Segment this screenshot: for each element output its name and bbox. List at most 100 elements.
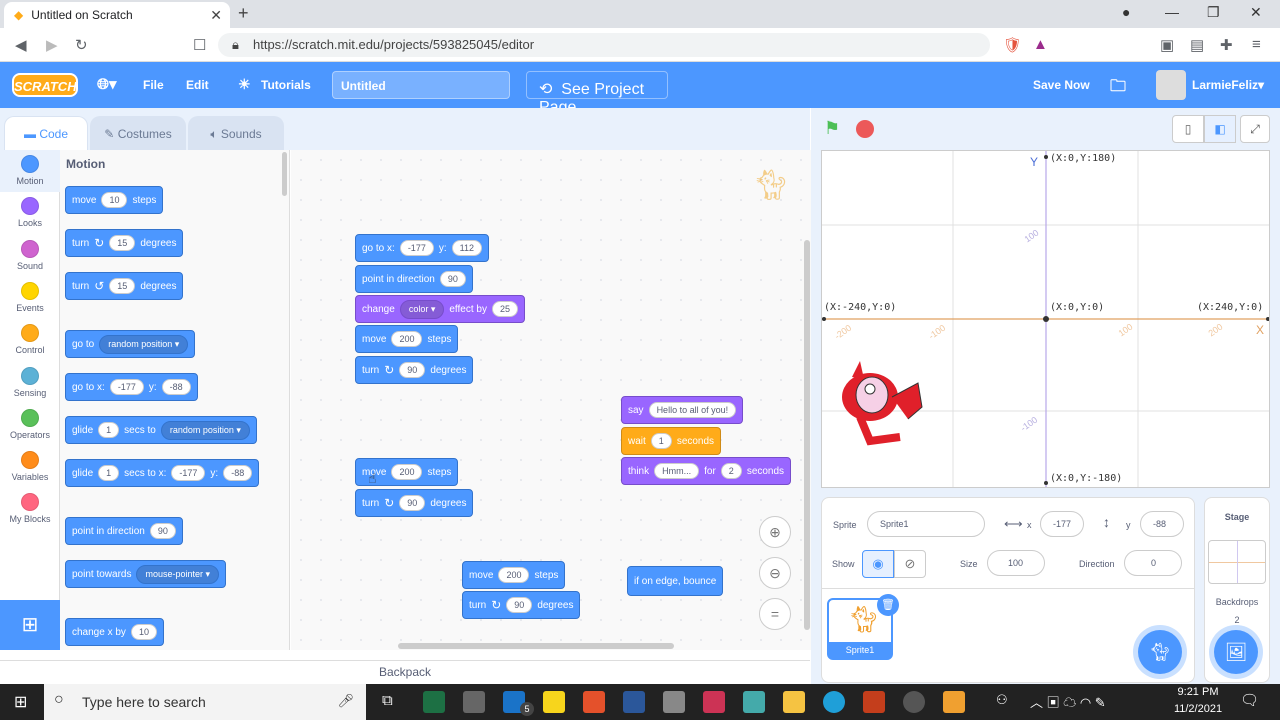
close-window-icon[interactable]: ✕ bbox=[1250, 4, 1262, 21]
workspace-v-scrollbar[interactable] bbox=[804, 240, 810, 630]
block-input[interactable]: -177 bbox=[171, 465, 206, 481]
block-dropdown[interactable]: color ▾ bbox=[399, 299, 445, 319]
block-input[interactable]: 90 bbox=[149, 523, 176, 539]
block-input[interactable]: 90 bbox=[399, 495, 426, 511]
category-control[interactable]: Control bbox=[0, 324, 60, 355]
category-events[interactable]: Events bbox=[0, 281, 60, 313]
file-explorer-icon[interactable] bbox=[783, 691, 805, 713]
edit-menu[interactable]: Edit bbox=[186, 78, 209, 92]
block-input[interactable]: -177 bbox=[399, 240, 434, 256]
taskbar-search[interactable]: ○ Type here to search 🎤︎ bbox=[44, 684, 366, 720]
tab-sounds[interactable]: 🔈︎ Sounds bbox=[188, 116, 284, 150]
my-stuff-folder-icon[interactable]: 🗀 bbox=[1110, 75, 1126, 102]
reload-icon[interactable]: ↻ bbox=[75, 36, 88, 54]
tray-icons[interactable]: ︿ ▣ ☁ ◠ ✎ bbox=[1030, 692, 1106, 711]
palette-turn-left-block[interactable]: turn ↺ 15 degrees bbox=[65, 272, 184, 300]
block-input[interactable]: 90 bbox=[399, 362, 426, 378]
ws-if-on-edge-bounce-block[interactable]: if on edge, bounce bbox=[627, 566, 724, 596]
workspace-h-scrollbar[interactable] bbox=[398, 643, 674, 649]
block-input[interactable]: 1 bbox=[650, 433, 672, 449]
clock-date[interactable]: 11/2/2021 bbox=[1170, 703, 1226, 715]
palette-glide-xy-block[interactable]: glide 1 secs to x: -177 y: -88 bbox=[65, 459, 260, 487]
block-input[interactable]: -88 bbox=[223, 465, 253, 481]
tab-costumes[interactable]: ✎ Costumes bbox=[90, 116, 186, 150]
stage-thumbnail[interactable] bbox=[1208, 540, 1266, 584]
close-tab-icon[interactable]: ✕ bbox=[210, 7, 222, 24]
username[interactable]: LarmieFeliz bbox=[1192, 78, 1258, 92]
stop-icon[interactable] bbox=[856, 120, 874, 138]
calculator-icon[interactable] bbox=[663, 691, 685, 713]
file-menu[interactable]: File bbox=[143, 78, 164, 92]
see-project-page-button[interactable]: ⟲ See Project Page bbox=[526, 71, 668, 116]
maximize-icon[interactable]: ❐ bbox=[1207, 4, 1220, 21]
ws-go-to-xy-block[interactable]: go to x: -177 y: 112 bbox=[355, 234, 489, 262]
size-input[interactable]: 100 bbox=[987, 550, 1045, 576]
excel-icon[interactable] bbox=[423, 691, 445, 713]
block-input[interactable]: 1 bbox=[98, 465, 120, 481]
ws-wait-block[interactable]: wait 1 seconds bbox=[621, 427, 722, 455]
category-sound[interactable]: Sound bbox=[0, 239, 60, 271]
reading-icon[interactable]: ▤ bbox=[1190, 36, 1204, 54]
palette-glide-to-block[interactable]: glide 1 secs to random position ▾ bbox=[65, 416, 257, 444]
block-input[interactable]: 25 bbox=[491, 301, 518, 317]
ws-point-direction-block[interactable]: point in direction 90 bbox=[355, 265, 473, 293]
tab-code[interactable]: ▬ Code bbox=[4, 116, 88, 150]
palette-point-direction-block[interactable]: point in direction 90 bbox=[65, 517, 183, 545]
zoom-in-icon[interactable]: ⊕ bbox=[759, 516, 791, 548]
menu-icon[interactable]: ≡ bbox=[1252, 36, 1261, 53]
add-extension-button[interactable]: ⊞ bbox=[0, 600, 60, 650]
brave-rewards-icon[interactable]: ▲ bbox=[1033, 36, 1048, 53]
ws-turn-block-3[interactable]: turn ↻ 90 degrees bbox=[462, 591, 581, 619]
delete-sprite-icon[interactable]: 🗑︎ bbox=[877, 594, 899, 616]
block-input[interactable]: -177 bbox=[109, 379, 144, 395]
language-globe-icon[interactable]: 🌐︎▾ bbox=[97, 75, 117, 93]
palette-turn-right-block[interactable]: turn ↻ 15 degrees bbox=[65, 229, 184, 257]
block-input[interactable]: 200 bbox=[498, 567, 530, 583]
hide-eye-icon[interactable]: ⊘ bbox=[894, 550, 926, 578]
category-operators[interactable]: Operators bbox=[0, 408, 60, 440]
block-input[interactable]: 15 bbox=[109, 278, 136, 294]
category-motion[interactable]: Motion bbox=[0, 155, 60, 186]
back-icon[interactable]: ◀ bbox=[15, 36, 27, 54]
edge-icon[interactable] bbox=[823, 691, 845, 713]
paint-icon[interactable] bbox=[703, 691, 725, 713]
category-sensing[interactable]: Sensing bbox=[0, 366, 60, 398]
obs-icon[interactable] bbox=[903, 691, 925, 713]
block-input[interactable]: 90 bbox=[506, 597, 533, 613]
minimize-icon[interactable]: — bbox=[1165, 4, 1179, 20]
scratch-logo[interactable]: SCRATCH bbox=[12, 73, 78, 97]
brave-icon[interactable] bbox=[583, 691, 605, 713]
add-sprite-icon[interactable]: 🐈︎ bbox=[1138, 630, 1182, 674]
cat-sprite[interactable] bbox=[830, 357, 930, 447]
fullscreen-icon[interactable]: ⤢ bbox=[1240, 115, 1270, 143]
zoom-out-icon[interactable]: ⊖ bbox=[759, 557, 791, 589]
sprite-name-input[interactable]: Sprite1 bbox=[867, 511, 985, 537]
block-input[interactable]: 1 bbox=[98, 422, 120, 438]
url-field[interactable]: 🔒︎ https://scratch.mit.edu/projects/5938… bbox=[218, 33, 990, 57]
backpack-bar[interactable]: Backpack bbox=[0, 660, 810, 684]
puzzle-icon[interactable]: ✚ bbox=[1220, 36, 1233, 54]
extension-icon[interactable]: ▣ bbox=[1160, 36, 1174, 54]
block-input[interactable]: 2 bbox=[720, 463, 742, 479]
block-input[interactable]: 10 bbox=[101, 192, 128, 208]
account-dropdown-icon[interactable]: ▾ bbox=[1258, 78, 1264, 92]
palette-change-x-block[interactable]: change x by 10 bbox=[65, 618, 164, 646]
block-input[interactable]: Hello to all of you! bbox=[648, 402, 737, 418]
small-stage-icon[interactable]: ▯ bbox=[1172, 115, 1204, 143]
microphone-icon[interactable]: 🎤︎ bbox=[337, 693, 354, 709]
ws-turn-block[interactable]: turn ↻ 90 degrees bbox=[355, 356, 474, 384]
ws-move-block[interactable]: move 200 steps bbox=[355, 325, 459, 353]
palette-point-towards-block[interactable]: point towards mouse-pointer ▾ bbox=[65, 560, 227, 588]
sticky-notes-icon[interactable] bbox=[543, 691, 565, 713]
block-input[interactable]: 15 bbox=[109, 235, 136, 251]
zoom-reset-icon[interactable]: = bbox=[759, 598, 791, 630]
palette-scrollbar[interactable] bbox=[282, 152, 287, 196]
profile-icon[interactable]: ● bbox=[1122, 4, 1130, 20]
block-input[interactable]: 200 bbox=[391, 464, 423, 480]
category-my-blocks[interactable]: My Blocks bbox=[0, 493, 60, 524]
palette-go-to-xy-block[interactable]: go to x: -177 y: -88 bbox=[65, 373, 198, 401]
block-dropdown[interactable]: random position ▾ bbox=[99, 334, 189, 354]
store-icon[interactable] bbox=[463, 691, 485, 713]
block-input[interactable]: Hmm... bbox=[654, 463, 700, 479]
ws-turn-block-2[interactable]: turn ↻ 90 degrees bbox=[355, 489, 474, 517]
